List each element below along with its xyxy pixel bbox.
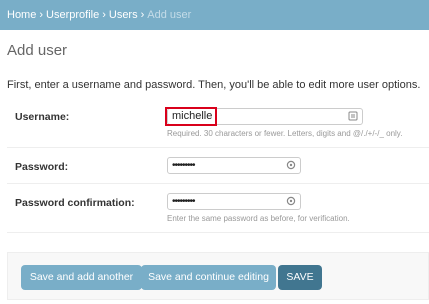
password-confirm-help-text: Enter the same password as before, for v… <box>167 214 350 223</box>
breadcrumb-separator: › <box>102 9 106 21</box>
save-and-continue-button[interactable]: Save and continue editing <box>141 265 276 290</box>
breadcrumb-separator: › <box>39 9 44 21</box>
breadcrumb-home-link[interactable]: Home <box>7 9 36 21</box>
key-icon <box>286 196 296 206</box>
password-value: ••••••••• <box>172 160 195 171</box>
key-icon <box>286 160 296 170</box>
password-confirm-input[interactable]: ••••••••• <box>167 193 301 210</box>
breadcrumb-app-link[interactable]: Userprofile <box>46 9 99 21</box>
breadcrumb: Home › Userprofile › Users › Add user <box>0 0 429 30</box>
contact-card-icon <box>348 111 358 121</box>
username-help-text: Required. 30 characters or fewer. Letter… <box>167 129 403 138</box>
password-confirm-row: Password confirmation: ••••••••• Enter t… <box>7 184 429 233</box>
save-button[interactable]: SAVE <box>278 265 322 290</box>
save-and-add-another-button[interactable]: Save and add another <box>21 265 142 290</box>
password-confirm-value: ••••••••• <box>172 196 195 207</box>
password-input[interactable]: ••••••••• <box>167 157 301 174</box>
intro-text: First, enter a username and password. Th… <box>7 79 421 91</box>
breadcrumb-separator: › <box>140 9 145 21</box>
page-title: Add user <box>7 42 68 59</box>
submit-row: Save and add another Save and continue e… <box>7 252 429 300</box>
password-row: Password: ••••••••• <box>7 148 429 184</box>
username-row: Username: michelle Required. 30 characte… <box>7 98 429 148</box>
breadcrumb-current: Add user <box>147 9 192 21</box>
breadcrumb-model-link[interactable]: Users <box>109 9 138 21</box>
password-confirm-label: Password confirmation: <box>15 197 135 209</box>
username-highlight <box>165 107 217 126</box>
username-label: Username: <box>15 111 70 123</box>
password-label: Password: <box>15 161 69 173</box>
